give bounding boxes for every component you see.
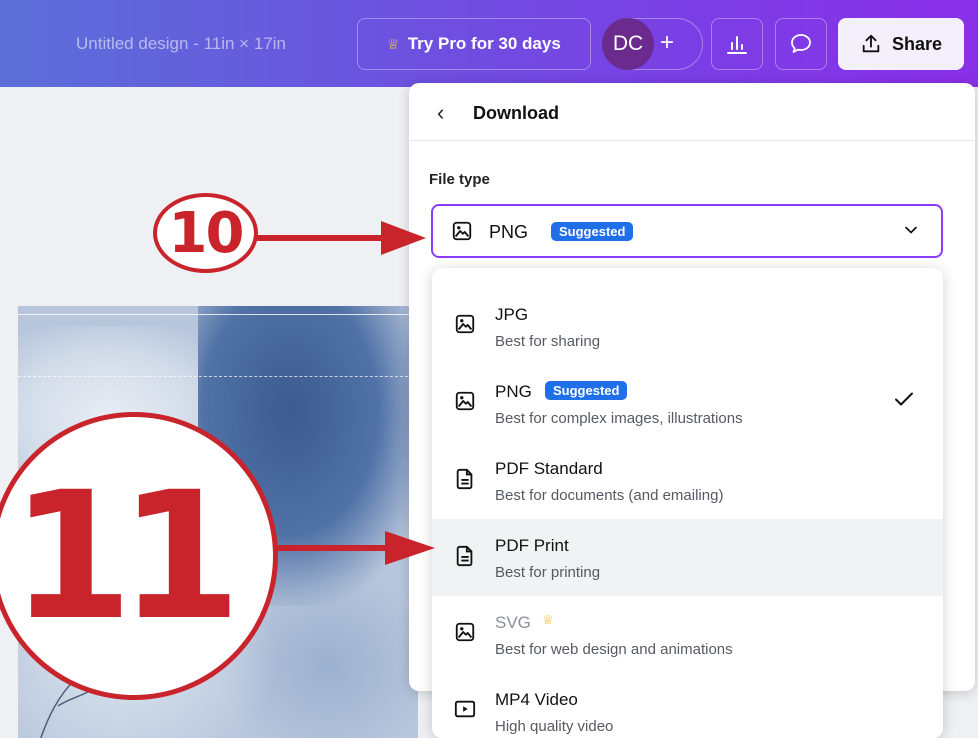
option-description: High quality video <box>495 718 614 735</box>
back-chevron-icon[interactable]: ‹ <box>437 100 444 126</box>
arrow-to-pdf-print-icon <box>275 531 435 565</box>
document-icon <box>456 545 473 567</box>
option-svg[interactable]: SVG ♕ Best for web design and animations <box>432 596 943 673</box>
suggested-badge: Suggested <box>551 222 634 241</box>
document-icon <box>456 468 473 490</box>
avatar[interactable]: DC <box>602 17 654 70</box>
step-11-marker: 11 <box>0 412 278 700</box>
option-name: PNG <box>495 382 532 401</box>
share-button[interactable]: Share <box>838 18 964 70</box>
insights-button[interactable] <box>711 18 763 70</box>
checkmark-icon <box>895 392 913 406</box>
image-icon <box>455 391 475 411</box>
document-title[interactable]: Untitled design - 11in × 17in <box>76 34 286 54</box>
image-icon <box>455 622 475 642</box>
try-pro-label: Try Pro for 30 days <box>407 34 561 53</box>
chevron-down-icon <box>905 226 917 234</box>
option-pdf-print[interactable]: PDF Print Best for printing <box>432 519 943 596</box>
file-type-label: File type <box>429 171 490 188</box>
selected-file-type: PNG <box>489 222 529 242</box>
comment-icon <box>791 34 811 53</box>
guide-dashed-line <box>18 376 418 377</box>
upload-icon <box>862 34 880 53</box>
file-type-select[interactable]: PNG Suggested <box>431 204 943 258</box>
option-jpg[interactable]: JPG Best for sharing <box>432 288 943 365</box>
top-bar: Untitled design - 11in × 17in ♕ Try Pro … <box>0 0 978 87</box>
suggested-badge: Suggested <box>545 381 628 400</box>
option-description: Best for complex images, illustrations <box>495 410 743 427</box>
option-description: Best for web design and animations <box>495 641 733 658</box>
arrow-to-file-type-icon <box>256 221 426 255</box>
panel-header: ‹ Download <box>409 83 975 141</box>
video-icon <box>454 700 476 718</box>
option-png[interactable]: PNG Suggested Best for complex images, i… <box>432 365 943 442</box>
option-mp4-video[interactable]: MP4 Video High quality video <box>432 673 943 738</box>
option-description: Best for sharing <box>495 333 601 350</box>
option-name: MP4 Video <box>495 690 578 709</box>
option-name: SVG <box>495 613 531 632</box>
option-name: PDF Print <box>495 536 569 555</box>
share-label: Share <box>891 33 943 54</box>
file-type-dropdown: JPG Best for sharing PNG Suggested Best … <box>432 268 943 738</box>
option-name: PDF Standard <box>495 459 603 478</box>
image-icon <box>455 314 475 334</box>
option-description: Best for documents (and emailing) <box>495 487 724 504</box>
pro-crown-icon: ♕ <box>542 612 554 627</box>
crown-icon: ♕ <box>387 35 400 52</box>
try-pro-button[interactable]: ♕ Try Pro for 30 days <box>357 18 591 70</box>
comments-button[interactable] <box>775 18 827 70</box>
option-description: Best for printing <box>495 564 601 581</box>
add-collaborator-icon[interactable]: + <box>660 29 674 57</box>
option-name: JPG <box>495 305 529 324</box>
panel-title: Download <box>473 103 559 123</box>
guide-line <box>18 314 418 315</box>
bar-chart-icon <box>727 36 747 54</box>
collaborators-group[interactable]: DC + <box>602 17 703 70</box>
step-10-marker: 10 <box>153 193 258 273</box>
image-icon <box>452 221 472 241</box>
option-pdf-standard[interactable]: PDF Standard Best for documents (and ema… <box>432 442 943 519</box>
